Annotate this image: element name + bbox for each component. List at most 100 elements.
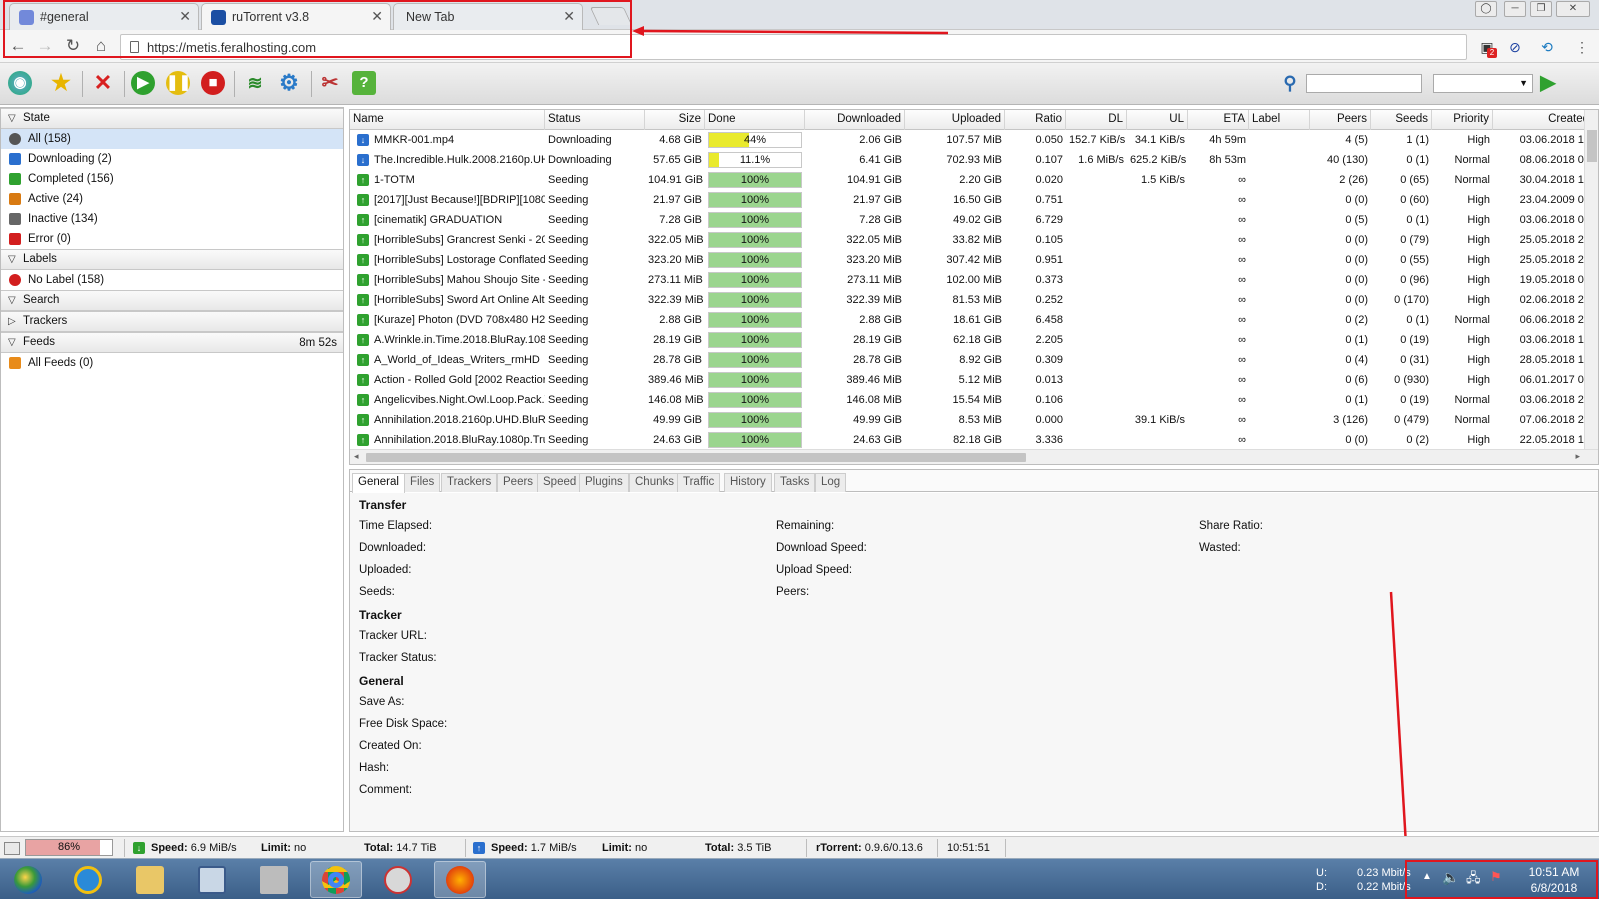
table-row[interactable]: ↑ 1-TOTM Seeding 104.91 GiB 100% 104.91 GiB 2.…	[350, 170, 1598, 190]
sidebar-item-active[interactable]: Active (24)	[1, 189, 343, 209]
taskbar-ie[interactable]	[62, 861, 114, 898]
star-icon[interactable]: ★	[49, 71, 73, 95]
start-button[interactable]	[2, 861, 54, 898]
feeds-section-header[interactable]: ▽ Feeds 8m 52s	[1, 332, 343, 353]
toggle-panel-icon[interactable]	[4, 842, 20, 855]
column-header-name[interactable]: Name	[350, 110, 545, 130]
block-icon[interactable]: ⊘	[1506, 38, 1524, 56]
vertical-scrollbar[interactable]	[1584, 110, 1598, 451]
profile-icon[interactable]: ◯	[1475, 1, 1497, 17]
column-header-ratio[interactable]: Ratio	[1005, 110, 1066, 130]
sidebar-item-downloading[interactable]: Downloading (2)	[1, 149, 343, 169]
taskbar-snipping[interactable]	[372, 861, 424, 898]
column-header-uploaded[interactable]: Uploaded	[905, 110, 1005, 130]
sidebar-item-error[interactable]: Error (0)	[1, 229, 343, 249]
column-header-label[interactable]: Label	[1249, 110, 1310, 130]
table-row[interactable]: ↑ [cinematik] GRADUATION Seeding 7.28 GiB 10…	[350, 210, 1598, 230]
state-section-header[interactable]: ▽ State	[1, 108, 343, 129]
table-row[interactable]: ↓ MMKR-001.mp4 Downloading 4.68 GiB 44% 2.06 …	[350, 130, 1598, 150]
taskbar-chrome[interactable]	[310, 861, 362, 898]
minimize-button[interactable]: ─	[1504, 1, 1526, 17]
tab-traffic[interactable]: Traffic	[677, 473, 721, 492]
table-row[interactable]: ↑ [HorribleSubs] Sword Art Online Alt Seed…	[350, 290, 1598, 310]
tab-speed[interactable]: Speed	[537, 473, 583, 492]
reload-icon[interactable]: ↻	[62, 36, 84, 58]
clock-time[interactable]: 10:51 AM	[1518, 865, 1590, 879]
gear-icon[interactable]: ⚙	[277, 71, 301, 95]
table-row[interactable]: ↑ [2017][Just Because!][BDRIP][1080P Seedi…	[350, 190, 1598, 210]
scroll-right-icon[interactable]: ▸	[1575, 451, 1580, 462]
show-hidden-icons[interactable]: ▲	[1422, 871, 1432, 882]
scroll-thumb[interactable]	[366, 453, 1026, 462]
download-limit[interactable]: no	[294, 842, 306, 854]
page-info-icon[interactable]	[130, 41, 139, 53]
column-header-done[interactable]: Done	[705, 110, 805, 130]
column-header-eta[interactable]: ETA	[1188, 110, 1249, 130]
tab-history[interactable]: History	[724, 473, 772, 492]
stop-icon[interactable]: ■	[201, 71, 225, 95]
help-icon[interactable]: ?	[352, 71, 376, 95]
table-row[interactable]: ↑ A_World_of_Ideas_Writers_rmHD Seeding 28.…	[350, 350, 1598, 370]
taskbar-explorer[interactable]	[124, 861, 176, 898]
labels-section-header[interactable]: ▽ Labels	[1, 249, 343, 270]
tab-tasks[interactable]: Tasks	[774, 473, 816, 492]
browser-tab-rutorrent[interactable]: ruTorrent v3.8 ✕	[201, 3, 391, 30]
restore-button[interactable]: ❐	[1530, 1, 1552, 17]
close-icon[interactable]: ✕	[563, 8, 575, 25]
tab-files[interactable]: Files	[404, 473, 441, 492]
table-row[interactable]: ↑ A.Wrinkle.in.Time.2018.BluRay.1080 Seedi…	[350, 330, 1598, 350]
column-header-ul[interactable]: UL	[1127, 110, 1188, 130]
sidebar-item-inactive[interactable]: Inactive (134)	[1, 209, 343, 229]
table-row[interactable]: ↑ Action - Rolled Gold [2002 Reactior Seed…	[350, 370, 1598, 390]
column-header-downloaded[interactable]: Downloaded	[805, 110, 905, 130]
remove-icon[interactable]: ✕	[91, 71, 115, 95]
sidebar-item-all-feeds[interactable]: All Feeds (0)	[1, 353, 343, 373]
table-row[interactable]: ↑ [HorribleSubs] Lostorage Conflated Seedi…	[350, 250, 1598, 270]
close-icon[interactable]: ✕	[179, 8, 191, 25]
sidebar-item-completed[interactable]: Completed (156)	[1, 169, 343, 189]
column-header-dl[interactable]: DL	[1066, 110, 1127, 130]
network-icon[interactable]: 🖧	[1466, 869, 1481, 891]
pause-icon[interactable]: ❚❚	[166, 71, 191, 95]
forward-icon[interactable]: →	[34, 36, 56, 58]
column-header-created[interactable]: Created	[1493, 110, 1593, 130]
close-window-button[interactable]: ✕	[1556, 1, 1590, 17]
search-section-header[interactable]: ▽ Search	[1, 290, 343, 311]
scroll-left-icon[interactable]: ◂	[354, 451, 359, 462]
sidebar-item-all[interactable]: All (158)	[1, 129, 343, 149]
tab-plugins[interactable]: Plugins	[579, 473, 629, 492]
tab-trackers[interactable]: Trackers	[441, 473, 498, 492]
table-row[interactable]: ↓ The.Incredible.Hulk.2008.2160p.UH Downlo…	[350, 150, 1598, 170]
action-center-icon[interactable]: ⚑	[1490, 869, 1502, 885]
browser-tab-general[interactable]: #general ✕	[9, 3, 199, 30]
column-header-seeds[interactable]: Seeds	[1371, 110, 1432, 130]
table-row[interactable]: ↑ Angelicvibes.Night.Owl.Loop.Pack.V Seedi…	[350, 390, 1598, 410]
table-row[interactable]: ↑ Annihilation.2018.BluRay.1080p.Tru Seedi…	[350, 430, 1598, 450]
search-engine-select[interactable]: ▼	[1433, 74, 1533, 93]
tab-chunks[interactable]: Chunks	[629, 473, 680, 492]
new-tab-button[interactable]	[589, 7, 633, 25]
table-row[interactable]: ↑ Annihilation.2018.2160p.UHD.BluRa Seedin…	[350, 410, 1598, 430]
search-icon[interactable]: ⚲	[1278, 71, 1302, 95]
scroll-thumb[interactable]	[1587, 130, 1597, 162]
back-icon[interactable]: ←	[7, 36, 29, 58]
go-icon[interactable]: ▶	[1536, 71, 1560, 95]
column-header-priority[interactable]: Priority	[1432, 110, 1493, 130]
rss-icon[interactable]: ≋	[243, 71, 267, 95]
tab-peers[interactable]: Peers	[497, 473, 540, 492]
sidebar-item-no-label[interactable]: No Label (158)	[1, 270, 343, 290]
tab-general[interactable]: General	[352, 473, 405, 493]
column-header-peers[interactable]: Peers	[1310, 110, 1371, 130]
browser-tab-new[interactable]: New Tab ✕	[393, 3, 583, 30]
sync-icon[interactable]: ⟲	[1538, 38, 1556, 56]
table-row[interactable]: ↑ [HorribleSubs] Grancrest Senki - 20 Seed…	[350, 230, 1598, 250]
menu-icon[interactable]: ⋮	[1573, 38, 1591, 56]
search-input[interactable]	[1306, 74, 1422, 93]
column-header-size[interactable]: Size	[645, 110, 705, 130]
close-icon[interactable]: ✕	[371, 8, 383, 25]
taskbar-app-2[interactable]	[248, 861, 300, 898]
start-icon[interactable]: ▶	[131, 71, 155, 95]
taskbar-app[interactable]	[186, 861, 238, 898]
upload-limit[interactable]: no	[635, 842, 647, 854]
home-icon[interactable]: ⌂	[90, 36, 112, 58]
